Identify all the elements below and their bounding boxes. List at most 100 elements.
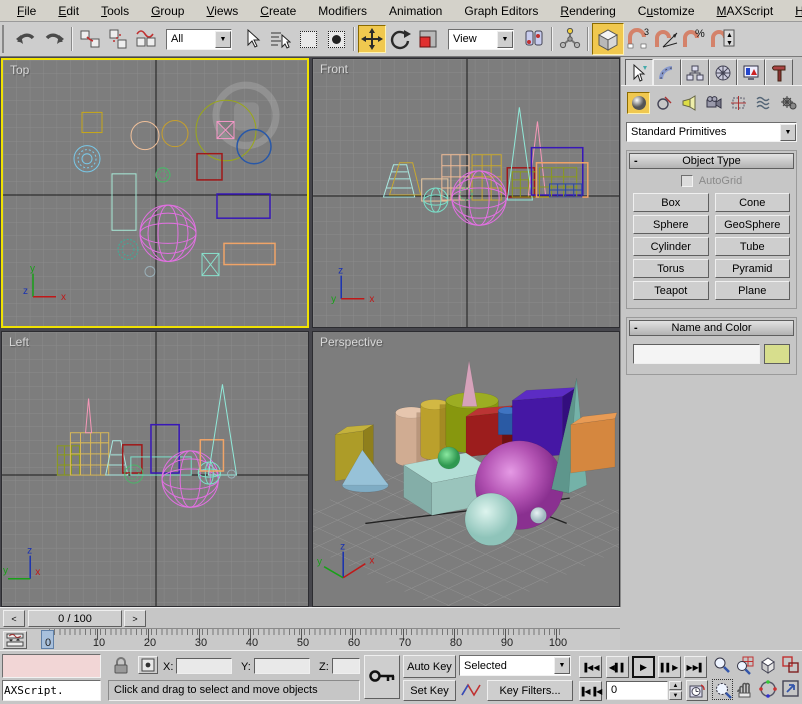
y-coordinate-field[interactable] [254,658,310,674]
chevron-down-icon[interactable]: ▼ [215,31,231,48]
select-by-name-icon[interactable] [266,25,294,53]
frame-spinner-up[interactable]: ▲ [669,681,682,690]
undo-icon[interactable] [12,25,40,53]
category-cameras-icon[interactable] [702,92,725,114]
object-type-button-box[interactable]: Box [633,193,709,212]
viewport-front[interactable]: z x y Front [312,58,620,328]
category-lights-icon[interactable] [677,92,700,114]
name-color-rollout-header[interactable]: - Name and Color [629,320,794,336]
menu-item-customize[interactable]: Customize [629,2,704,20]
menu-item-maxscript[interactable]: MAXScript [708,2,783,20]
rectangular-selection-region-icon[interactable] [294,25,322,53]
arc-rotate-icon[interactable] [758,679,779,700]
tab-modify[interactable] [653,59,681,85]
object-type-button-cylinder[interactable]: Cylinder [633,237,709,256]
tab-create[interactable] [625,59,653,85]
menu-item-animation[interactable]: Animation [380,2,451,20]
go-to-start-icon[interactable]: ▐◀◀ [579,656,602,678]
play-button-icon[interactable]: ▶ [632,656,655,678]
track-bar[interactable]: 0102030405060708090100 [0,628,620,650]
tab-motion[interactable] [709,59,737,85]
object-type-button-teapot[interactable]: Teapot [633,281,709,300]
chevron-down-icon[interactable]: ▼ [554,657,570,674]
select-and-scale-icon[interactable] [414,25,442,53]
auto-key-button[interactable]: Auto Key [403,655,456,678]
category-systems-icon[interactable] [777,92,800,114]
object-color-swatch[interactable] [764,344,790,364]
window-crossing-icon[interactable] [322,25,350,53]
menu-item-graph-editors[interactable]: Graph Editors [455,2,547,20]
set-key-button[interactable]: Set Key [403,680,456,701]
open-mini-curve-editor-icon[interactable] [3,631,27,649]
pan-hand-icon[interactable] [735,679,756,700]
menu-item-file[interactable]: File [8,2,45,20]
angle-snap-icon[interactable] [652,25,680,53]
menu-item-help[interactable]: Help [786,2,802,20]
maxscript-mini-listener[interactable] [2,654,101,678]
select-object-icon[interactable] [238,25,266,53]
object-type-button-sphere[interactable]: Sphere [633,215,709,234]
key-filters-button[interactable]: Key Filters... [487,680,573,701]
percent-snap-toggle-icon[interactable]: % [680,25,708,53]
select-and-rotate-icon[interactable] [386,25,414,53]
viewport-perspective-label[interactable]: Perspective [320,335,383,349]
primitives-category-dropdown[interactable]: Standard Primitives ▼ [626,122,797,142]
previous-frame-arrow[interactable]: < [3,610,25,627]
category-helpers-icon[interactable] [727,92,750,114]
zoom-icon[interactable] [712,655,733,676]
object-type-button-tube[interactable]: Tube [715,237,791,256]
previous-frame-icon[interactable]: ◀▌▌ [606,656,629,678]
collapse-icon[interactable]: - [634,322,638,334]
viewport-left-label[interactable]: Left [9,335,29,349]
chevron-down-icon[interactable]: ▼ [780,124,796,141]
object-type-button-torus[interactable]: Torus [633,259,709,278]
key-mode-toggle-icon[interactable]: ▐◀▐◀ [579,681,602,701]
category-space-warps-icon[interactable] [752,92,775,114]
frame-spinner-down[interactable]: ▼ [669,691,682,700]
toolbar-drag-handle[interactable] [2,25,9,53]
default-in-out-tangents-icon[interactable] [460,681,484,701]
viewport-left[interactable]: z y x Left [1,331,309,607]
menu-item-create[interactable]: Create [251,2,305,20]
menu-item-views[interactable]: Views [197,2,247,20]
selection-set-dropdown[interactable]: Selected ▼ [459,655,571,676]
tab-display[interactable] [737,59,765,85]
time-configuration-icon[interactable] [686,680,708,701]
category-geometry-icon[interactable] [627,92,650,114]
unlink-selection-icon[interactable] [104,25,132,53]
angle-snap-toggle-icon[interactable]: 3 [624,25,652,53]
redo-icon[interactable] [40,25,68,53]
viewport-top[interactable]: y x z Top [1,58,309,328]
next-frame-icon[interactable]: ▌▌▶ [658,656,681,678]
maxscript-listener-line[interactable]: AXScript. [2,680,101,701]
z-coordinate-field[interactable] [332,658,360,674]
select-and-link-icon[interactable] [76,25,104,53]
next-frame-arrow[interactable]: > [124,610,146,627]
object-type-button-cone[interactable]: Cone [715,193,791,212]
tab-hierarchy[interactable] [681,59,709,85]
bind-to-space-warp-icon[interactable] [132,25,160,53]
viewport-top-label[interactable]: Top [10,63,29,77]
autogrid-checkbox[interactable] [681,175,693,187]
object-type-button-plane[interactable]: Plane [715,281,791,300]
menu-item-edit[interactable]: Edit [49,2,88,20]
time-slider[interactable]: 0 / 100 [28,610,122,627]
spinner-snap-toggle-icon[interactable]: ▲▼ [708,25,736,53]
set-keys-button[interactable] [364,655,400,699]
menu-item-modifiers[interactable]: Modifiers [309,2,376,20]
selection-lock-icon[interactable] [113,657,129,677]
zoom-all-icon[interactable] [735,655,756,676]
select-and-manipulate-icon[interactable] [556,25,584,53]
collapse-icon[interactable]: - [634,155,638,167]
viewport-front-label[interactable]: Front [320,62,348,76]
object-type-button-geosphere[interactable]: GeoSphere [715,215,791,234]
menu-item-rendering[interactable]: Rendering [551,2,624,20]
chevron-down-icon[interactable]: ▼ [497,31,513,48]
go-to-end-icon[interactable]: ▶▶▌ [684,656,707,678]
reference-coordinate-dropdown[interactable]: View ▼ [448,29,514,50]
object-name-input[interactable] [633,344,760,364]
use-pivot-point-center-icon[interactable] [520,25,548,53]
current-frame-field[interactable]: 0 [606,681,668,700]
time-ruler[interactable]: 0102030405060708090100 [30,629,616,651]
x-coordinate-field[interactable] [176,658,232,674]
